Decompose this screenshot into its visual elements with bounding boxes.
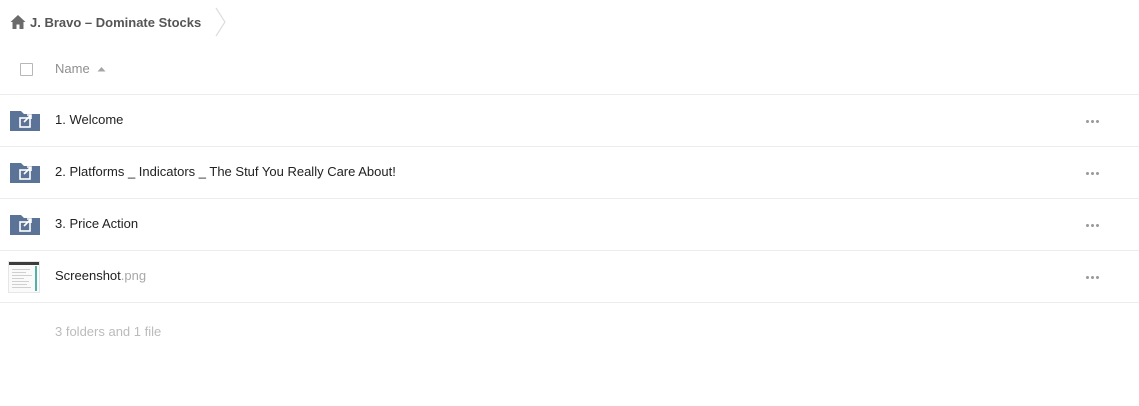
file-extension: .png: [120, 268, 147, 283]
file-row[interactable]: Screenshot.png: [0, 251, 1139, 303]
sort-ascending-icon: [97, 66, 106, 71]
breadcrumb-home[interactable]: J. Bravo – Dominate Stocks: [0, 0, 215, 44]
dot-icon: [1085, 171, 1089, 175]
breadcrumb: J. Bravo – Dominate Stocks: [0, 0, 1139, 44]
file-row[interactable]: 2. Platforms _ Indicators _ The Stuf You…: [0, 147, 1139, 199]
more-actions-button[interactable]: [1083, 217, 1101, 233]
dot-icon: [1085, 119, 1089, 123]
file-name: 3. Price Action: [55, 216, 139, 231]
more-actions-button[interactable]: [1083, 113, 1101, 129]
dot-icon: [1090, 275, 1094, 279]
dot-icon: [1095, 275, 1099, 279]
home-icon: [10, 15, 26, 29]
file-summary: 3 folders and 1 file: [55, 324, 162, 339]
breadcrumb-separator-icon: [215, 7, 226, 37]
shared-folder-icon: [10, 111, 40, 131]
file-row[interactable]: 1. Welcome: [0, 95, 1139, 147]
breadcrumb-label: J. Bravo – Dominate Stocks: [30, 14, 202, 30]
more-actions-button[interactable]: [1083, 269, 1101, 285]
file-name: 1. Welcome: [55, 112, 124, 127]
file-list: 1. Welcome 2. Platforms _ Indicators _ T…: [0, 95, 1139, 303]
file-list-header: Name: [0, 44, 1139, 95]
dot-icon: [1090, 171, 1094, 175]
dot-icon: [1090, 223, 1094, 227]
dot-icon: [1095, 119, 1099, 123]
shared-folder-icon: [10, 163, 40, 183]
sort-by-name-header[interactable]: Name: [55, 61, 106, 76]
file-row[interactable]: 3. Price Action: [0, 199, 1139, 251]
dot-icon: [1090, 119, 1094, 123]
file-name: Screenshot.png: [55, 268, 147, 283]
dot-icon: [1095, 223, 1099, 227]
dot-icon: [1085, 223, 1089, 227]
image-thumbnail: [8, 261, 40, 293]
shared-folder-icon: [10, 215, 40, 235]
file-name: 2. Platforms _ Indicators _ The Stuf You…: [55, 164, 396, 179]
name-column-label: Name: [55, 61, 90, 76]
files-app: J. Bravo – Dominate Stocks Name 1. Welco…: [0, 0, 1139, 406]
dot-icon: [1085, 275, 1089, 279]
more-actions-button[interactable]: [1083, 165, 1101, 181]
select-all-checkbox[interactable]: [20, 63, 33, 76]
dot-icon: [1095, 171, 1099, 175]
